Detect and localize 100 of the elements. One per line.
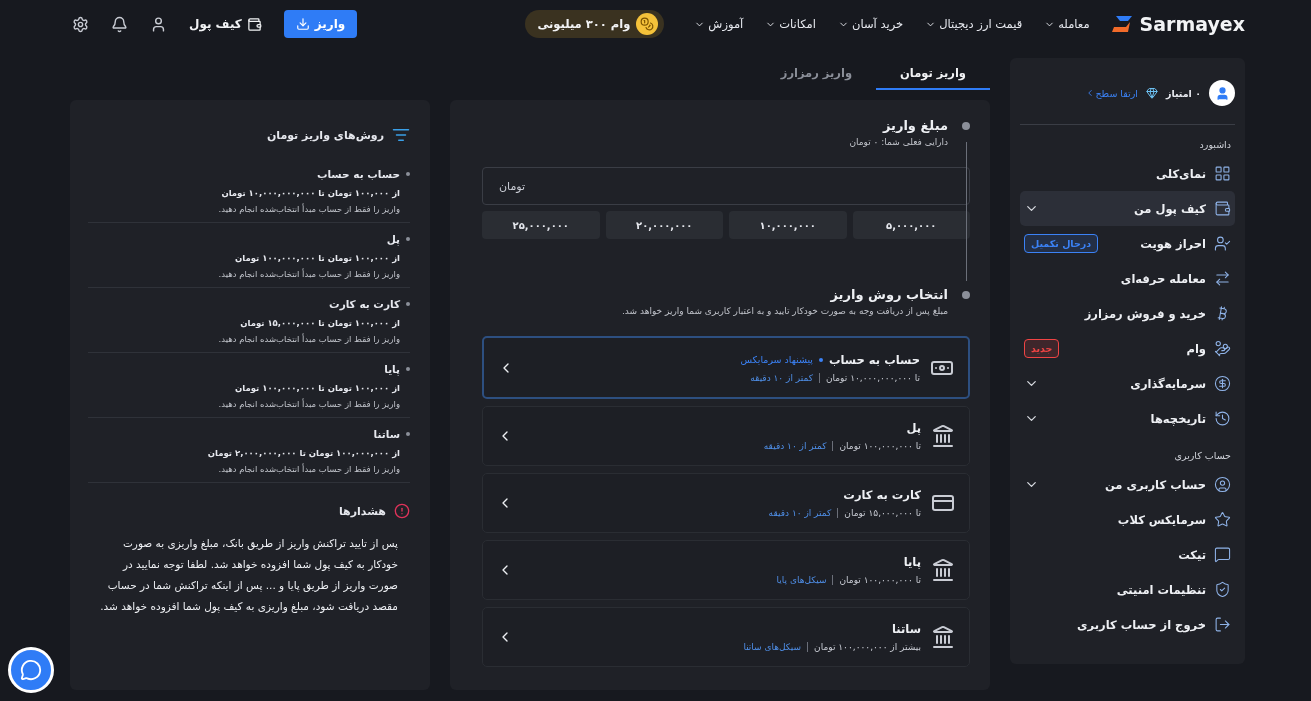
step-title: مبلغ واریز	[881, 118, 948, 133]
method-note: واریز را فقط از حساب مبدأ انتخاب‌شده انجام دهید.	[217, 334, 400, 344]
logo-icon	[1111, 14, 1134, 34]
diamond-icon	[1145, 87, 1158, 99]
chat-button[interactable]	[8, 647, 54, 693]
loan-promo[interactable]: وام ۳۰۰ میلیونی	[525, 10, 665, 38]
step-title: انتخاب روش واریز	[829, 287, 948, 302]
tab[interactable]: واریز رمزارز	[756, 58, 877, 90]
bullet-icon	[406, 367, 410, 371]
user-icon[interactable]	[150, 15, 167, 33]
method-name: ساتنا	[373, 427, 400, 442]
method-card[interactable]: پایا تا ۱۰۰,۰۰۰,۰۰۰ تومان سیکل‌های پایا	[482, 540, 970, 600]
status-badge: جدید	[1024, 339, 1060, 358]
sidebar-item[interactable]: خروج از حساب کاربری	[1020, 607, 1235, 642]
status-badge: درحال تکمیل	[1024, 234, 1099, 253]
method-range: از ۱۰۰,۰۰۰,۰۰۰ تومان تا ۲,۰۰۰,۰۰۰,۰۰۰ تومان	[206, 448, 400, 458]
preset-amount-button[interactable]: ۱۰,۰۰۰,۰۰۰	[729, 211, 847, 239]
wallet-icon	[1214, 200, 1231, 217]
dot-icon	[818, 357, 823, 362]
warnings-text: پس از تایید تراکنش واریز از طریق بانک، مبلغ واریزی به صورت خودکار به کیف پول شما افزوده خواهد شد. لطفا توجه نمایید در صورت واریز از طریق پایا و ... پس از اینکه تراکنش شما در حساب مقصد دریافت شود، مبلغ واریزی به کیف پول شما افزوده خواهد شد.	[99, 536, 399, 615]
sidebar-item[interactable]: سرمایکس کلاب	[1020, 502, 1235, 537]
wallet-icon	[246, 16, 262, 32]
sidebar-item[interactable]: تاریخچه‌ها	[1020, 401, 1235, 436]
panel-title: روش‌های واریز تومان	[266, 128, 384, 142]
sidebar-item[interactable]: تیکت	[1020, 537, 1235, 572]
arrows-icon	[1214, 270, 1231, 287]
wallet-link[interactable]: کیف پول	[189, 16, 262, 32]
method-note: واریز را فقط از حساب مبدأ انتخاب‌شده انجام دهید.	[217, 399, 400, 409]
method-time: سیکل‌های پایا	[776, 575, 827, 585]
method-time: کمتر از ۱۰ دقیقه	[763, 441, 827, 451]
download-icon	[295, 17, 310, 31]
deposit-button[interactable]: واریز	[283, 10, 358, 38]
method-limit: تا ۱۰۰,۰۰۰,۰۰۰ تومان	[839, 441, 921, 451]
alert-icon	[394, 503, 410, 519]
nav-item[interactable]: خرید آسان	[838, 17, 904, 31]
method-range: از ۱۰۰,۰۰۰ تومان تا ۱۵,۰۰۰,۰۰۰ تومان	[239, 318, 400, 328]
sidebar-item[interactable]: معامله حرفه‌ای	[1020, 261, 1235, 296]
nav-item[interactable]: معامله	[1044, 17, 1090, 31]
method-name: پل	[386, 232, 400, 247]
hand-coins-icon	[1214, 340, 1231, 357]
sidebar-item[interactable]: حساب کاربری من	[1020, 467, 1235, 502]
method-limit: تا ۱۰۰,۰۰۰,۰۰۰ تومان	[839, 575, 921, 585]
method-limit: تا ۱۵,۰۰۰,۰۰۰ تومان	[844, 508, 921, 518]
settings-icon[interactable]	[72, 15, 89, 33]
method-range: از ۱۰۰,۰۰۰ تومان تا ۱۰۰,۰۰۰,۰۰۰ تومان	[234, 383, 400, 393]
step-dot	[962, 122, 970, 130]
method-card[interactable]: ساتنا بیشتر از ۱۰۰,۰۰۰,۰۰۰ تومان سیکل‌های ساتنا	[482, 607, 970, 667]
method-name: حساب به حساب	[316, 167, 400, 182]
message-icon	[1214, 546, 1231, 563]
nav-item[interactable]: آموزش	[694, 17, 744, 31]
sidebar-item[interactable]: تنظیمات امنیتی	[1020, 572, 1235, 607]
nav-item[interactable]: قیمت ارز دیجیتال	[925, 17, 1023, 31]
method-name: کارت به کارت	[329, 297, 400, 312]
method-name: پایا	[384, 362, 400, 377]
method-name: پایا	[903, 555, 921, 569]
step-dot	[962, 291, 970, 299]
user-icon	[1214, 476, 1231, 493]
method-note: واریز را فقط از حساب مبدأ انتخاب‌شده انجام دهید.	[217, 464, 400, 474]
method-name: حساب به حساب	[828, 352, 920, 367]
section-title: داشبورد	[1198, 138, 1232, 152]
section-title: حساب کاربری	[1173, 449, 1232, 463]
balance-text: دارایی فعلی شما: ۰ تومان	[848, 137, 948, 147]
sidebar-item[interactable]: نمای‌کلی	[1020, 156, 1235, 191]
sidebar-item[interactable]: احراز هویت درحال تکمیل	[1020, 226, 1235, 261]
method-time: کمتر از ۱۰ دقیقه	[750, 372, 813, 383]
bullet-icon	[406, 432, 410, 436]
sidebar-item[interactable]: وام جدید	[1020, 331, 1235, 366]
method-tag: پیشنهاد سرمایکس	[740, 354, 813, 365]
method-card[interactable]: حساب به حساب پیشنهاد سرمایکس تا ۱۰,۰۰۰,۰۰۰,۰۰۰ تومان کمتر از ۱۰ دقیقه	[482, 336, 970, 399]
bullet-icon	[406, 172, 410, 176]
logout-icon	[1214, 616, 1231, 633]
bank-icon	[931, 558, 955, 582]
coins-icon	[636, 13, 659, 35]
upgrade-link[interactable]: ارتقا سطح	[1085, 87, 1138, 99]
bell-icon[interactable]	[111, 15, 128, 33]
shield-icon	[1214, 581, 1231, 598]
method-limit: تا ۱۰,۰۰۰,۰۰۰,۰۰۰ تومان	[825, 372, 920, 383]
method-name: کارت به کارت	[843, 488, 921, 502]
method-name: پل	[906, 421, 921, 435]
preset-amount-button[interactable]: ۲۵,۰۰۰,۰۰۰	[482, 211, 600, 239]
star-icon	[1214, 511, 1231, 528]
sidebar-item[interactable]: خرید و فروش رمزارز	[1020, 296, 1235, 331]
method-card[interactable]: پل تا ۱۰۰,۰۰۰,۰۰۰ تومان کمتر از ۱۰ دقیقه	[482, 406, 970, 466]
preset-amount-button[interactable]: ۲۰,۰۰۰,۰۰۰	[605, 211, 723, 239]
sidebar-item[interactable]: سرمایه‌گذاری	[1020, 366, 1235, 401]
preset-amount-button[interactable]: ۵,۰۰۰,۰۰۰	[852, 211, 970, 239]
method-name: ساتنا	[892, 622, 921, 636]
bank-icon	[931, 424, 955, 448]
tab[interactable]: واریز تومان	[876, 58, 990, 90]
avatar	[1209, 80, 1235, 106]
sidebar-item[interactable]: کیف پول من	[1020, 191, 1235, 226]
method-note: واریز را فقط از حساب مبدأ انتخاب‌شده انجام دهید.	[217, 269, 400, 279]
logo: Sarmayex	[1139, 13, 1245, 35]
bullet-icon	[406, 237, 410, 241]
method-card[interactable]: کارت به کارت تا ۱۵,۰۰۰,۰۰۰ تومان کمتر از ۱۰ دقیقه	[482, 473, 970, 533]
warnings-title: هشدارها	[338, 504, 386, 518]
amount-field[interactable]: تومان	[482, 167, 970, 205]
nav-item[interactable]: امکانات	[765, 17, 816, 31]
chat-icon	[20, 659, 42, 681]
grid-icon	[1214, 165, 1231, 182]
